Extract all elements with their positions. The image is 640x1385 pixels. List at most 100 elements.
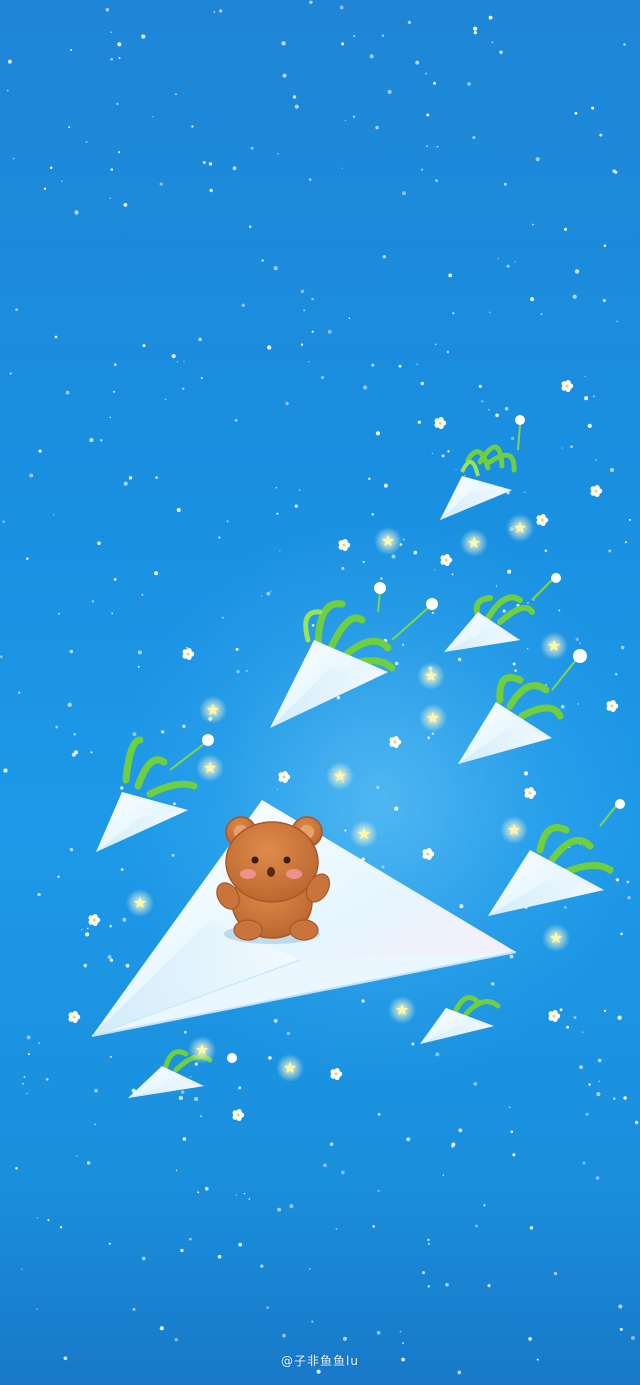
star-dot (235, 1194, 238, 1196)
star-dot (512, 662, 516, 666)
star-dot (339, 5, 344, 10)
star-dot (416, 363, 418, 366)
star-dot (276, 512, 279, 515)
star-dot (627, 895, 631, 900)
star-dot (26, 557, 29, 560)
star-dot (619, 1327, 623, 1331)
star-dot (123, 481, 128, 486)
star-dot (508, 1106, 511, 1109)
flower-petal (426, 848, 432, 854)
star-dot (152, 115, 154, 118)
star-dot (502, 609, 506, 613)
star-dot (560, 704, 565, 709)
star-dot (572, 294, 577, 299)
star-dot (91, 599, 95, 603)
star-dot (391, 554, 396, 559)
star-dot (236, 669, 240, 674)
star-dot (161, 730, 165, 734)
star-dot (125, 963, 130, 968)
flower-center (565, 384, 569, 388)
flower-center (92, 918, 96, 922)
star-dot (421, 168, 424, 171)
star-dot (478, 384, 482, 389)
star-dot (75, 751, 78, 754)
star-dot (182, 724, 186, 729)
star-dot (457, 657, 462, 662)
star-dot (573, 1016, 577, 1019)
star-dot (241, 303, 245, 308)
star-dot (615, 878, 620, 882)
star-dot (436, 145, 439, 148)
flower-center (540, 518, 544, 522)
star-dot (175, 1169, 178, 1172)
star-dot (208, 162, 213, 166)
star-dot (427, 1242, 430, 1245)
star-dot (342, 1336, 348, 1341)
star-dot (588, 1083, 591, 1086)
star-dot (427, 736, 431, 740)
star-dot (376, 785, 380, 790)
star-dot (141, 593, 144, 596)
star-dot (566, 1025, 569, 1029)
star-dot (197, 1191, 200, 1194)
star-dot (575, 637, 579, 641)
star-dot (383, 483, 388, 488)
star-dot (558, 609, 561, 612)
star-dot (311, 297, 314, 301)
star-dot (402, 538, 405, 541)
flower-petal (594, 485, 600, 491)
star-dot (495, 585, 498, 587)
star-dot (70, 49, 73, 51)
star-dot (182, 1137, 187, 1141)
star-dot (294, 504, 299, 508)
star-dot (122, 917, 127, 922)
star-dot (37, 892, 41, 897)
star-dot (120, 868, 124, 872)
star-dot (141, 34, 146, 39)
star-dot (218, 536, 221, 539)
star-dot (86, 1161, 91, 1165)
star-dot (336, 695, 341, 700)
star-dot (487, 408, 490, 411)
star-dot (108, 1242, 111, 1245)
star-dot (17, 691, 21, 694)
star-dot (499, 50, 503, 54)
star-dot (68, 126, 71, 129)
star-dot (85, 932, 90, 937)
star-dot (582, 1161, 586, 1165)
star-dot (353, 34, 356, 38)
star-dot (335, 1227, 338, 1230)
star-dot (411, 1042, 415, 1046)
flower-petal (186, 648, 192, 654)
star-dot (624, 541, 627, 544)
star-dot (382, 255, 386, 259)
star-dot (311, 624, 315, 627)
paper-plane-small-lower-right (420, 995, 501, 1044)
star-dot (415, 60, 420, 65)
star-dot (372, 1225, 375, 1228)
star-dot (118, 57, 121, 59)
star-dot (109, 958, 114, 962)
star-dot (399, 1330, 402, 1333)
star-dot (15, 1166, 18, 1170)
star-dot (184, 1030, 187, 1034)
star-dot (327, 329, 332, 334)
star-dot (528, 1337, 532, 1341)
star-dot (15, 308, 18, 311)
star-dot (427, 1285, 431, 1288)
star-dot (341, 167, 343, 169)
star-dot (277, 1207, 282, 1212)
star-dot (38, 449, 42, 453)
star-dot (584, 396, 589, 401)
star-dot (285, 401, 289, 406)
star-dot (433, 569, 436, 571)
star-dot (269, 590, 272, 593)
star-dot (535, 157, 540, 162)
star-dot (54, 335, 58, 339)
star-dot (65, 390, 70, 395)
star-dot (497, 257, 499, 260)
star-dot (189, 1075, 192, 1078)
star-dot (9, 372, 12, 375)
star-dot (452, 312, 455, 315)
flower-petal (92, 914, 98, 920)
